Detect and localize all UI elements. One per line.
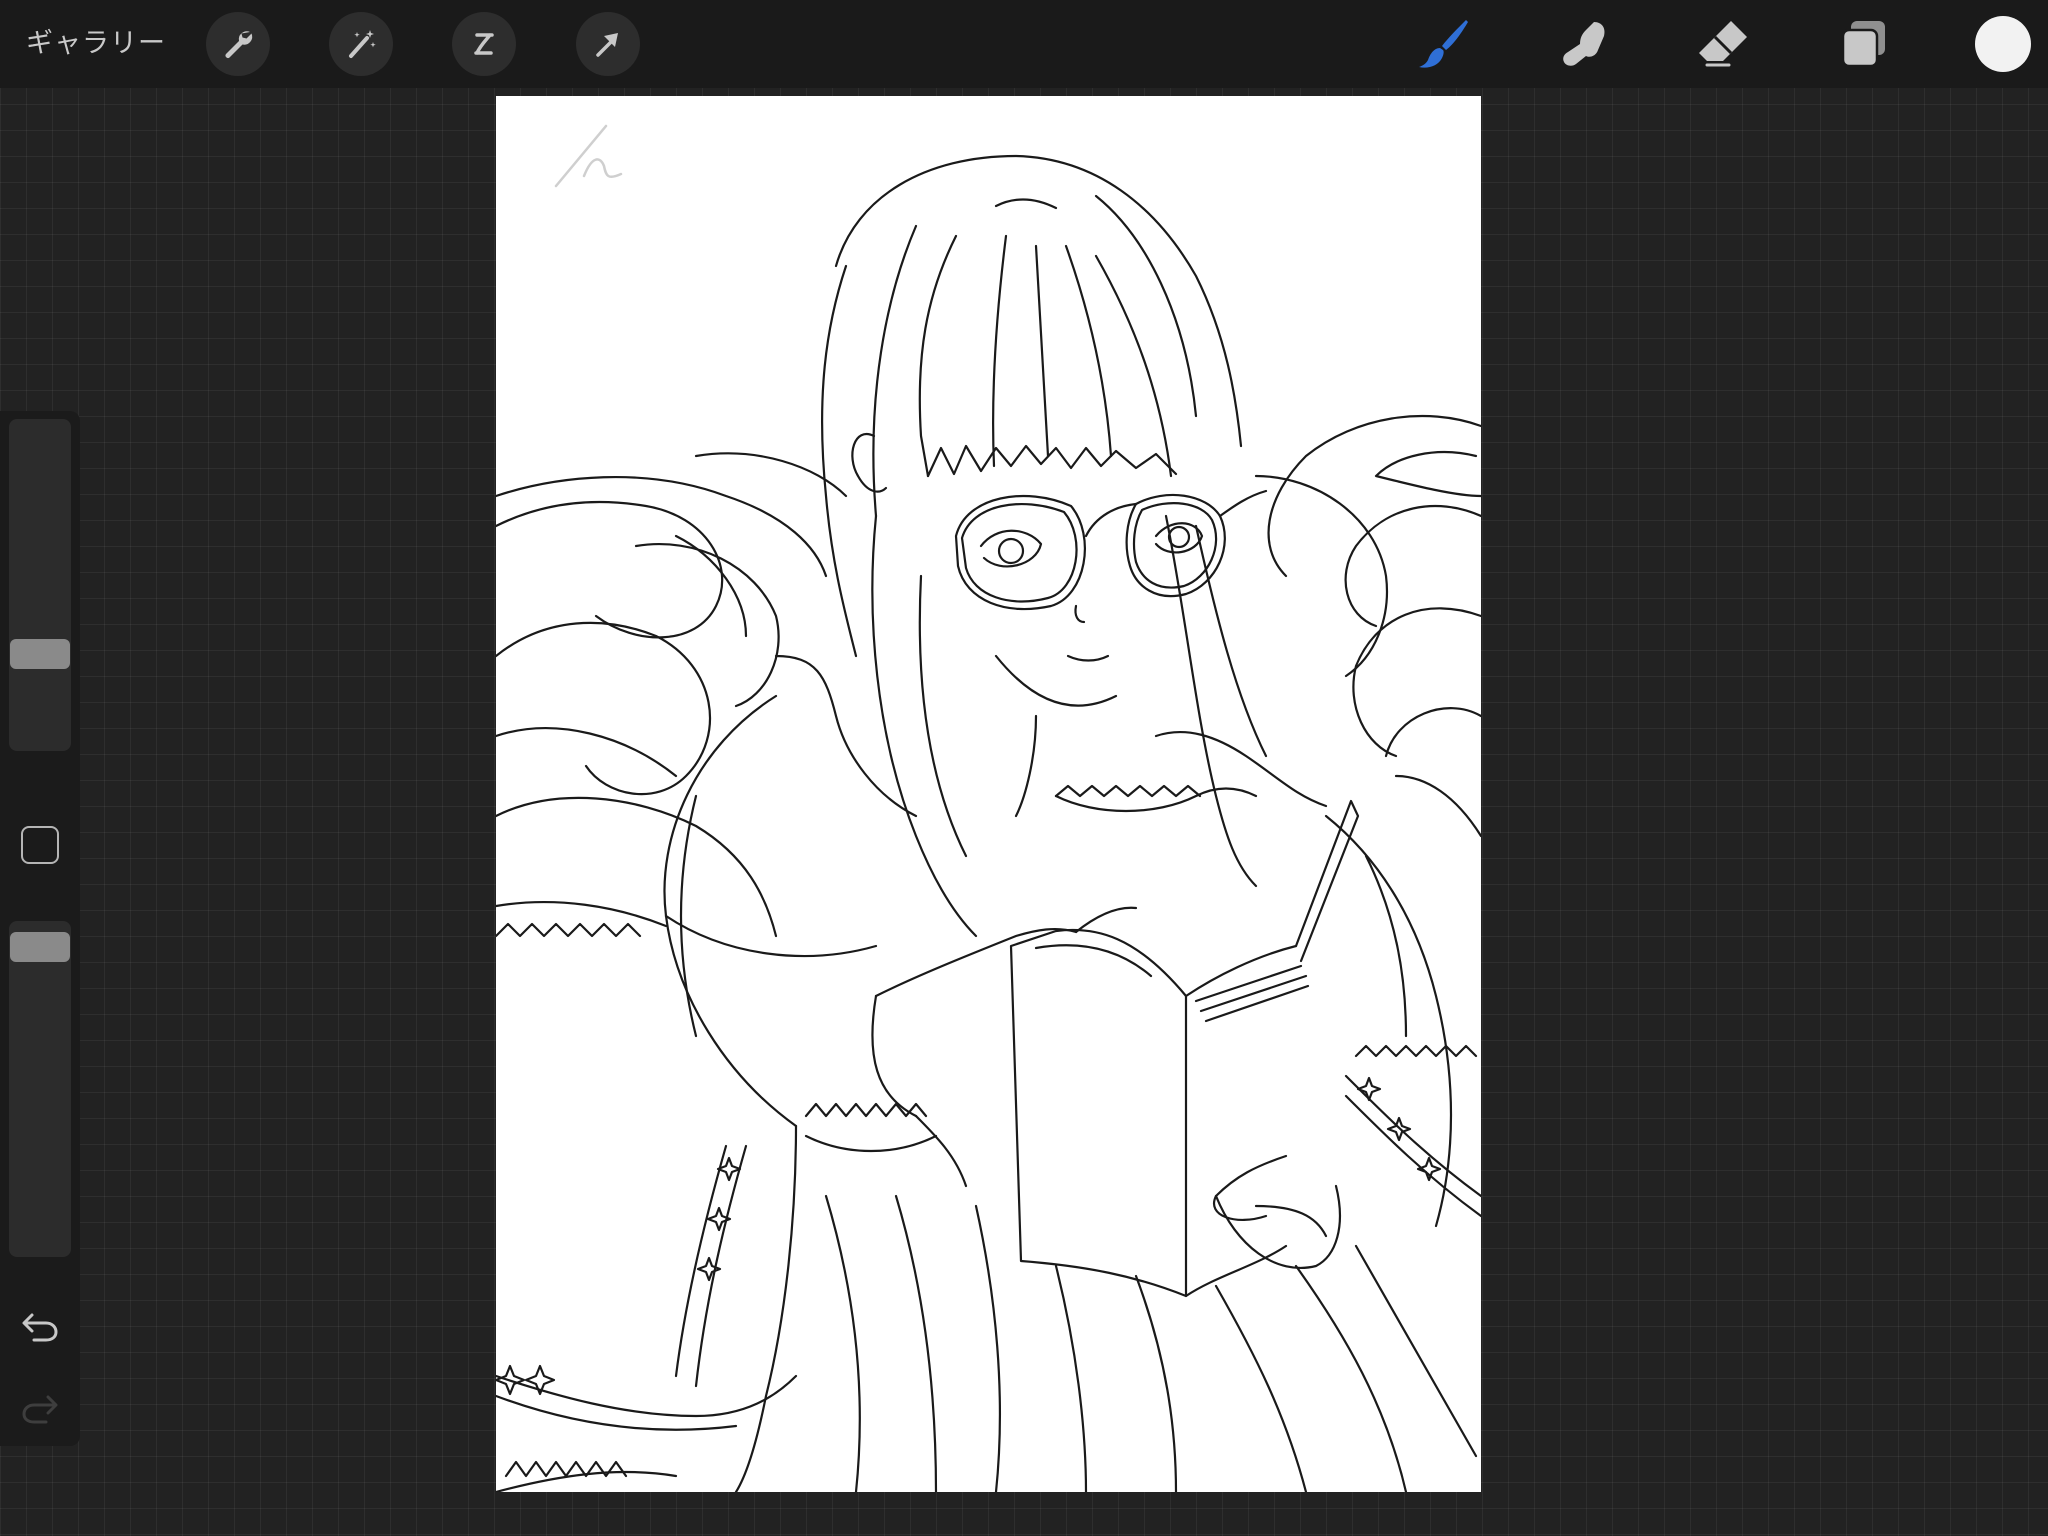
undo-arrow-icon — [20, 1307, 60, 1343]
line-art-drawing — [496, 124, 1481, 1492]
modify-button[interactable] — [21, 826, 59, 864]
eraser-icon — [1695, 15, 1753, 73]
eraser-tool-button[interactable] — [1694, 14, 1754, 74]
top-toolbar: ギャラリー — [0, 0, 2048, 88]
color-picker-button[interactable] — [1975, 16, 2031, 72]
redo-button[interactable] — [16, 1385, 64, 1429]
magic-wand-icon — [343, 26, 379, 62]
actions-button[interactable] — [206, 12, 270, 76]
smudge-tool-button[interactable] — [1554, 14, 1614, 74]
brush-tool-button[interactable] — [1414, 14, 1474, 74]
layers-icon — [1837, 17, 1891, 71]
selection-button[interactable] — [452, 12, 516, 76]
procreate-app: ギャラリー — [0, 0, 2048, 1536]
undo-button[interactable] — [16, 1303, 64, 1347]
opacity-slider-thumb[interactable] — [10, 932, 70, 963]
selection-s-icon — [466, 26, 502, 62]
drawing-canvas[interactable] — [496, 96, 1481, 1492]
arrow-cursor-icon — [590, 26, 626, 62]
gallery-button[interactable]: ギャラリー — [26, 22, 166, 66]
transform-button[interactable] — [576, 12, 640, 76]
brush-icon — [1414, 14, 1474, 74]
redo-arrow-icon — [20, 1389, 60, 1425]
layers-button[interactable] — [1834, 14, 1894, 74]
left-sidebar — [0, 411, 80, 1446]
smudge-finger-icon — [1556, 16, 1612, 72]
adjustments-button[interactable] — [329, 12, 393, 76]
opacity-slider[interactable] — [9, 921, 71, 1257]
brush-size-slider-thumb[interactable] — [10, 638, 70, 669]
wrench-icon — [220, 26, 256, 62]
brush-size-slider[interactable] — [9, 419, 71, 751]
